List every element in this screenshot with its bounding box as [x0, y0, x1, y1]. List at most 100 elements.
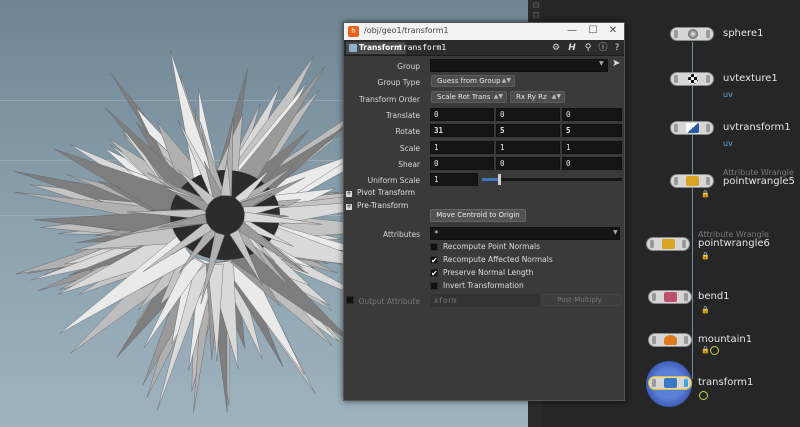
- checkbox-label: Recompute Affected Normals: [443, 255, 553, 264]
- move-centroid-button[interactable]: Move Centroid to Origin: [430, 209, 526, 222]
- houdini-logo-icon: h: [348, 26, 359, 37]
- output-attribute-toggle[interactable]: [346, 296, 354, 304]
- scale-z-field[interactable]: 1: [562, 141, 622, 154]
- recompute-point-normals-toggle[interactable]: Recompute Point Normals: [430, 242, 540, 252]
- parameter-window[interactable]: h /obj/geo1/transform1 — ☐ ✕ Transform t…: [343, 22, 625, 401]
- node-sphere1[interactable]: [670, 27, 714, 41]
- bypass-flag[interactable]: [652, 293, 656, 301]
- node-label[interactable]: uvtexture1: [723, 73, 778, 84]
- group-field[interactable]: [430, 59, 608, 72]
- attributes-dropdown-arrow-icon[interactable]: ▼: [613, 229, 618, 236]
- display-flag[interactable]: [706, 30, 710, 38]
- bypass-flag[interactable]: [674, 30, 678, 38]
- rotate-label: Rotate: [395, 127, 420, 136]
- node-transform1[interactable]: [648, 376, 692, 390]
- node-uvtexture1[interactable]: [670, 72, 714, 86]
- expand-plus-icon: +: [346, 203, 352, 210]
- group-type-label: Group Type: [377, 78, 420, 87]
- close-button[interactable]: ✕: [603, 24, 623, 38]
- invert-transformation-toggle[interactable]: Invert Transformation: [430, 281, 524, 291]
- output-ring-icon: [710, 346, 719, 355]
- checkbox-label: Invert Transformation: [443, 281, 524, 290]
- bypass-flag[interactable]: [674, 177, 678, 185]
- bypass-flag[interactable]: [674, 75, 678, 83]
- node-attribute-tag: uv: [723, 139, 733, 148]
- node-label[interactable]: sphere1: [723, 28, 763, 39]
- node-label[interactable]: pointwrangle6: [698, 238, 770, 249]
- lock-icon: 🔒: [701, 306, 710, 314]
- scale-y-field[interactable]: 1: [496, 141, 560, 154]
- display-flag[interactable]: [684, 336, 688, 344]
- search-icon[interactable]: ⚲: [582, 42, 594, 54]
- group-type-menu[interactable]: Guess from Group ▲▼: [431, 75, 515, 87]
- checkbox[interactable]: [430, 282, 438, 290]
- display-flag[interactable]: [682, 240, 686, 248]
- bypass-flag[interactable]: [650, 240, 654, 248]
- uniform-scale-slider-handle[interactable]: [497, 174, 501, 185]
- info-icon[interactable]: ⓘ: [597, 42, 609, 54]
- group-type-value: Guess from Group: [437, 77, 501, 85]
- shear-x-field[interactable]: 0: [430, 157, 494, 170]
- pivot-transform-folder[interactable]: + Pivot Transform: [346, 188, 415, 197]
- node-pointwrangle6[interactable]: [646, 237, 690, 251]
- checkbox[interactable]: [430, 243, 438, 251]
- rotate-z-field[interactable]: 5: [562, 124, 622, 137]
- select-arrow-icon[interactable]: ➤: [612, 58, 620, 69]
- display-flag[interactable]: [684, 379, 688, 387]
- uniform-scale-slider[interactable]: [482, 174, 622, 185]
- rotation-order-menu[interactable]: Rx Ry Rz ▲▼: [510, 91, 565, 103]
- attributes-field[interactable]: *: [430, 227, 620, 240]
- gear-icon[interactable]: ⚙: [550, 42, 562, 54]
- display-flag[interactable]: [706, 124, 710, 132]
- checkbox-label: Preserve Normal Length: [443, 268, 534, 277]
- node-bend1[interactable]: [648, 290, 692, 304]
- display-flag[interactable]: [684, 293, 688, 301]
- preserve-normal-length-toggle[interactable]: ✔ Preserve Normal Length: [430, 268, 533, 278]
- translate-y-field[interactable]: 0: [496, 108, 560, 121]
- checkbox-checked[interactable]: ✔: [430, 269, 438, 278]
- bypass-flag[interactable]: [674, 124, 678, 132]
- uniform-scale-slider-fill: [482, 178, 499, 181]
- window-title: /obj/geo1/transform1: [364, 26, 449, 35]
- help-icon[interactable]: ?: [611, 42, 623, 54]
- output-attribute-field[interactable]: xform: [430, 294, 540, 307]
- group-dropdown-arrow-icon[interactable]: ▼: [599, 60, 604, 67]
- rotate-y-field[interactable]: 5: [496, 124, 560, 137]
- output-attribute-mode-menu[interactable]: Post-Multiply: [542, 294, 622, 306]
- node-pointwrangle5[interactable]: [670, 174, 714, 188]
- node-mountain1[interactable]: [648, 333, 692, 347]
- uniform-scale-label: Uniform Scale: [367, 176, 420, 185]
- scale-x-field[interactable]: 1: [430, 141, 494, 154]
- translate-z-field[interactable]: 0: [562, 108, 622, 121]
- node-label[interactable]: mountain1: [698, 334, 752, 345]
- bend-icon: [664, 292, 677, 302]
- minimize-button[interactable]: —: [562, 24, 582, 38]
- bypass-flag[interactable]: [652, 336, 656, 344]
- bypass-flag[interactable]: [652, 379, 656, 387]
- window-titlebar[interactable]: h /obj/geo1/transform1 — ☐ ✕: [344, 23, 624, 40]
- display-flag[interactable]: [706, 75, 710, 83]
- translate-label: Translate: [385, 111, 420, 120]
- output-attribute-label: Output Attribute: [358, 297, 420, 306]
- translate-x-field[interactable]: 0: [430, 108, 494, 121]
- node-uvtransform1[interactable]: [670, 121, 714, 135]
- maximize-button[interactable]: ☐: [583, 24, 603, 38]
- strip-toggle[interactable]: [533, 2, 539, 8]
- display-flag[interactable]: [706, 177, 710, 185]
- node-attribute-tag: uv: [723, 90, 733, 99]
- checkbox-checked[interactable]: ✔: [430, 256, 438, 265]
- transform-order-menu[interactable]: Scale Rot Trans ▲▼: [431, 91, 507, 103]
- shear-y-field[interactable]: 0: [496, 157, 560, 170]
- node-name-field[interactable]: transform1: [398, 42, 538, 54]
- help-h-icon[interactable]: H: [566, 42, 578, 54]
- node-label[interactable]: transform1: [698, 377, 753, 388]
- uniform-scale-field[interactable]: 1: [430, 173, 478, 186]
- node-label[interactable]: bend1: [698, 291, 730, 302]
- strip-toggle[interactable]: [533, 12, 539, 18]
- shear-z-field[interactable]: 0: [562, 157, 622, 170]
- node-label[interactable]: pointwrangle5: [723, 176, 795, 187]
- pre-transform-folder[interactable]: + Pre-Transform: [346, 201, 408, 210]
- rotate-x-field[interactable]: 31: [430, 124, 494, 137]
- node-label[interactable]: uvtransform1: [723, 122, 791, 133]
- recompute-affected-normals-toggle[interactable]: ✔ Recompute Affected Normals: [430, 255, 553, 265]
